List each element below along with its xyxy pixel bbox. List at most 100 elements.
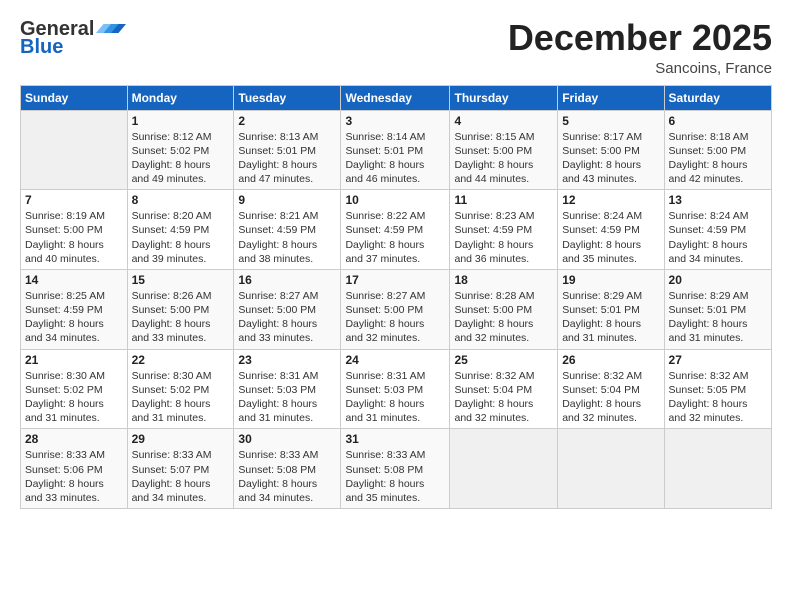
calendar-cell: 6 Sunrise: 8:18 AMSunset: 5:00 PMDaylight… bbox=[664, 110, 771, 190]
day-info: Sunrise: 8:17 AMSunset: 5:00 PMDaylight:… bbox=[562, 130, 659, 187]
weekday-header-friday: Friday bbox=[558, 85, 664, 110]
day-info: Sunrise: 8:22 AMSunset: 4:59 PMDaylight:… bbox=[345, 209, 445, 266]
day-number: 8 bbox=[132, 193, 230, 207]
calendar-cell: 20Sunrise: 8:29 AMSunset: 5:01 PMDayligh… bbox=[664, 269, 771, 349]
day-number: 2 bbox=[238, 114, 336, 128]
week-row-2: 7 Sunrise: 8:19 AMSunset: 5:00 PMDaylight… bbox=[21, 190, 772, 270]
day-info: Sunrise: 8:31 AMSunset: 5:03 PMDaylight:… bbox=[238, 369, 336, 426]
calendar-cell: 12 Sunrise: 8:24 AMSunset: 4:59 PMDayligh… bbox=[558, 190, 664, 270]
calendar-cell: 19Sunrise: 8:29 AMSunset: 5:01 PMDayligh… bbox=[558, 269, 664, 349]
day-info: Sunrise: 8:18 AMSunset: 5:00 PMDaylight:… bbox=[669, 130, 767, 187]
day-info: Sunrise: 8:24 AMSunset: 4:59 PMDaylight:… bbox=[562, 209, 659, 266]
day-info: Sunrise: 8:30 AMSunset: 5:02 PMDaylight:… bbox=[132, 369, 230, 426]
calendar-cell: 31Sunrise: 8:33 AMSunset: 5:08 PMDayligh… bbox=[341, 429, 450, 509]
day-info: Sunrise: 8:33 AMSunset: 5:08 PMDaylight:… bbox=[345, 448, 445, 505]
location: Sancoins, France bbox=[508, 60, 772, 77]
calendar-cell: 26 Sunrise: 8:32 AMSunset: 5:04 PMDayligh… bbox=[558, 349, 664, 429]
day-info: Sunrise: 8:13 AMSunset: 5:01 PMDaylight:… bbox=[238, 130, 336, 187]
day-info: Sunrise: 8:28 AMSunset: 5:00 PMDaylight:… bbox=[454, 289, 553, 346]
day-info: Sunrise: 8:32 AMSunset: 5:04 PMDaylight:… bbox=[454, 369, 553, 426]
day-number: 12 bbox=[562, 193, 659, 207]
calendar-cell: 1 Sunrise: 8:12 AMSunset: 5:02 PMDaylight… bbox=[127, 110, 234, 190]
day-info: Sunrise: 8:33 AMSunset: 5:06 PMDaylight:… bbox=[25, 448, 123, 505]
calendar-cell: 8 Sunrise: 8:20 AMSunset: 4:59 PMDaylight… bbox=[127, 190, 234, 270]
day-number: 23 bbox=[238, 353, 336, 367]
header: General Blue December 2025 Sancoins, Fra… bbox=[20, 18, 772, 77]
calendar-cell bbox=[558, 429, 664, 509]
calendar-cell: 14 Sunrise: 8:25 AMSunset: 4:59 PMDayligh… bbox=[21, 269, 128, 349]
day-info: Sunrise: 8:14 AMSunset: 5:01 PMDaylight:… bbox=[345, 130, 445, 187]
calendar-cell: 27Sunrise: 8:32 AMSunset: 5:05 PMDayligh… bbox=[664, 349, 771, 429]
day-info: Sunrise: 8:27 AMSunset: 5:00 PMDaylight:… bbox=[238, 289, 336, 346]
day-info: Sunrise: 8:12 AMSunset: 5:02 PMDaylight:… bbox=[132, 130, 230, 187]
day-number: 7 bbox=[25, 193, 123, 207]
day-info: Sunrise: 8:21 AMSunset: 4:59 PMDaylight:… bbox=[238, 209, 336, 266]
week-row-3: 14 Sunrise: 8:25 AMSunset: 4:59 PMDayligh… bbox=[21, 269, 772, 349]
day-number: 29 bbox=[132, 432, 230, 446]
day-number: 17 bbox=[345, 273, 445, 287]
day-info: Sunrise: 8:15 AMSunset: 5:00 PMDaylight:… bbox=[454, 130, 553, 187]
day-number: 15 bbox=[132, 273, 230, 287]
logo-blue: Blue bbox=[20, 36, 63, 58]
calendar-cell: 15Sunrise: 8:26 AMSunset: 5:00 PMDayligh… bbox=[127, 269, 234, 349]
calendar-cell bbox=[664, 429, 771, 509]
page-container: General Blue December 2025 Sancoins, Fra… bbox=[0, 0, 792, 519]
day-info: Sunrise: 8:20 AMSunset: 4:59 PMDaylight:… bbox=[132, 209, 230, 266]
day-number: 3 bbox=[345, 114, 445, 128]
day-info: Sunrise: 8:24 AMSunset: 4:59 PMDaylight:… bbox=[669, 209, 767, 266]
calendar-cell: 2 Sunrise: 8:13 AMSunset: 5:01 PMDaylight… bbox=[234, 110, 341, 190]
day-number: 24 bbox=[345, 353, 445, 367]
day-number: 6 bbox=[669, 114, 767, 128]
day-number: 4 bbox=[454, 114, 553, 128]
day-number: 1 bbox=[132, 114, 230, 128]
calendar-cell: 25Sunrise: 8:32 AMSunset: 5:04 PMDayligh… bbox=[450, 349, 558, 429]
calendar-cell: 30 Sunrise: 8:33 AMSunset: 5:08 PMDayligh… bbox=[234, 429, 341, 509]
day-info: Sunrise: 8:25 AMSunset: 4:59 PMDaylight:… bbox=[25, 289, 123, 346]
calendar-cell: 3 Sunrise: 8:14 AMSunset: 5:01 PMDaylight… bbox=[341, 110, 450, 190]
calendar-table: SundayMondayTuesdayWednesdayThursdayFrid… bbox=[20, 85, 772, 509]
day-number: 11 bbox=[454, 193, 553, 207]
day-number: 5 bbox=[562, 114, 659, 128]
calendar-cell: 22 Sunrise: 8:30 AMSunset: 5:02 PMDayligh… bbox=[127, 349, 234, 429]
month-title: December 2025 bbox=[508, 18, 772, 58]
weekday-header-sunday: Sunday bbox=[21, 85, 128, 110]
weekday-header-row: SundayMondayTuesdayWednesdayThursdayFrid… bbox=[21, 85, 772, 110]
calendar-cell: 21Sunrise: 8:30 AMSunset: 5:02 PMDayligh… bbox=[21, 349, 128, 429]
day-info: Sunrise: 8:19 AMSunset: 5:00 PMDaylight:… bbox=[25, 209, 123, 266]
day-number: 10 bbox=[345, 193, 445, 207]
calendar-cell: 7 Sunrise: 8:19 AMSunset: 5:00 PMDaylight… bbox=[21, 190, 128, 270]
calendar-cell: 5 Sunrise: 8:17 AMSunset: 5:00 PMDaylight… bbox=[558, 110, 664, 190]
day-number: 30 bbox=[238, 432, 336, 446]
day-number: 26 bbox=[562, 353, 659, 367]
day-number: 22 bbox=[132, 353, 230, 367]
calendar-cell: 29Sunrise: 8:33 AMSunset: 5:07 PMDayligh… bbox=[127, 429, 234, 509]
weekday-header-saturday: Saturday bbox=[664, 85, 771, 110]
logo-icon bbox=[96, 18, 126, 36]
calendar-cell: 18 Sunrise: 8:28 AMSunset: 5:00 PMDayligh… bbox=[450, 269, 558, 349]
calendar-cell: 23 Sunrise: 8:31 AMSunset: 5:03 PMDayligh… bbox=[234, 349, 341, 429]
day-info: Sunrise: 8:32 AMSunset: 5:05 PMDaylight:… bbox=[669, 369, 767, 426]
day-number: 16 bbox=[238, 273, 336, 287]
day-number: 28 bbox=[25, 432, 123, 446]
calendar-cell: 28 Sunrise: 8:33 AMSunset: 5:06 PMDayligh… bbox=[21, 429, 128, 509]
calendar-cell: 13 Sunrise: 8:24 AMSunset: 4:59 PMDayligh… bbox=[664, 190, 771, 270]
day-info: Sunrise: 8:33 AMSunset: 5:08 PMDaylight:… bbox=[238, 448, 336, 505]
week-row-4: 21Sunrise: 8:30 AMSunset: 5:02 PMDayligh… bbox=[21, 349, 772, 429]
day-number: 13 bbox=[669, 193, 767, 207]
day-number: 18 bbox=[454, 273, 553, 287]
calendar-cell: 17 Sunrise: 8:27 AMSunset: 5:00 PMDayligh… bbox=[341, 269, 450, 349]
day-number: 9 bbox=[238, 193, 336, 207]
day-info: Sunrise: 8:29 AMSunset: 5:01 PMDaylight:… bbox=[669, 289, 767, 346]
day-number: 14 bbox=[25, 273, 123, 287]
day-info: Sunrise: 8:31 AMSunset: 5:03 PMDaylight:… bbox=[345, 369, 445, 426]
calendar-cell: 11Sunrise: 8:23 AMSunset: 4:59 PMDayligh… bbox=[450, 190, 558, 270]
day-info: Sunrise: 8:27 AMSunset: 5:00 PMDaylight:… bbox=[345, 289, 445, 346]
week-row-5: 28 Sunrise: 8:33 AMSunset: 5:06 PMDayligh… bbox=[21, 429, 772, 509]
calendar-cell bbox=[450, 429, 558, 509]
logo: General Blue bbox=[20, 18, 126, 58]
weekday-header-monday: Monday bbox=[127, 85, 234, 110]
day-info: Sunrise: 8:30 AMSunset: 5:02 PMDaylight:… bbox=[25, 369, 123, 426]
day-info: Sunrise: 8:32 AMSunset: 5:04 PMDaylight:… bbox=[562, 369, 659, 426]
weekday-header-tuesday: Tuesday bbox=[234, 85, 341, 110]
calendar-cell: 16 Sunrise: 8:27 AMSunset: 5:00 PMDayligh… bbox=[234, 269, 341, 349]
